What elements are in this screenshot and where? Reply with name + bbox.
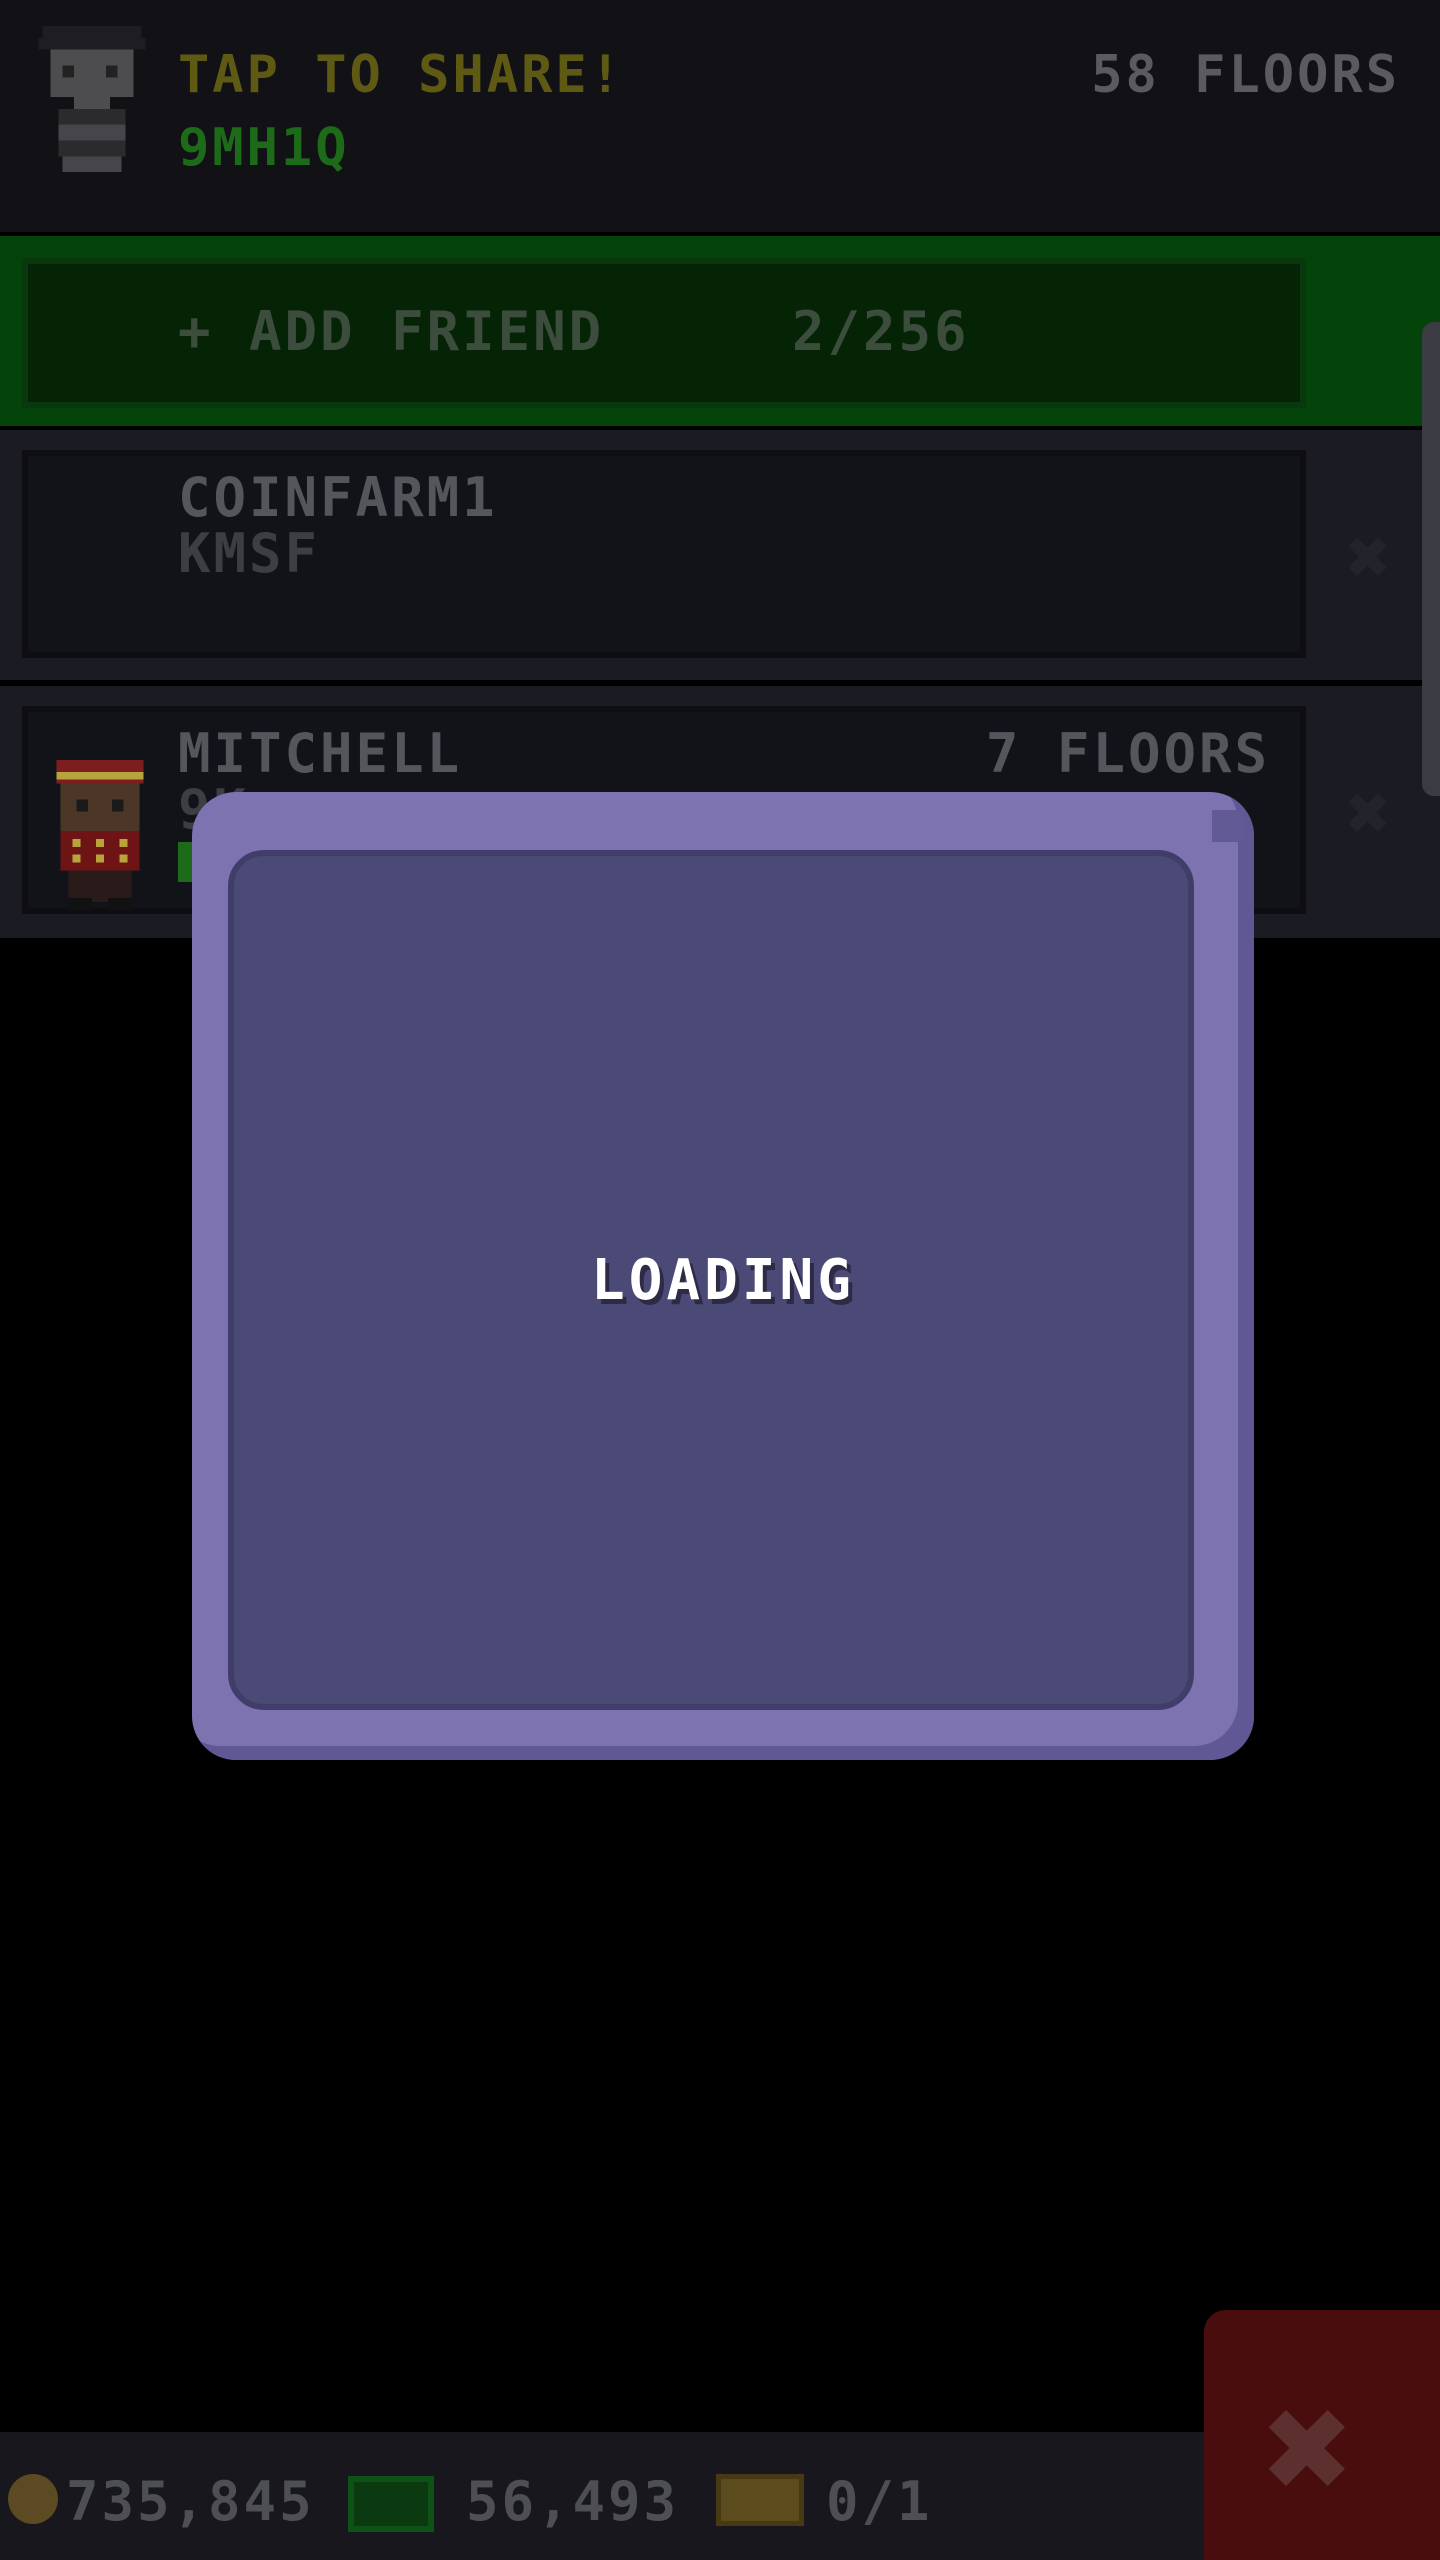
dialog-corner bbox=[1212, 810, 1244, 842]
player-code: 9MH1Q bbox=[178, 118, 350, 178]
player-floors: 58 FLOORS bbox=[1091, 45, 1400, 105]
scrollbar[interactable] bbox=[1422, 322, 1440, 796]
loading-text: LOADING bbox=[590, 1248, 855, 1313]
player-avatar bbox=[38, 26, 146, 173]
friend-name: MITCHELL bbox=[178, 722, 463, 785]
bux-icon bbox=[348, 2476, 434, 2532]
friend-count: 2/256 bbox=[792, 300, 970, 363]
coin-count: 735,845 bbox=[66, 2470, 315, 2533]
coin-icon bbox=[8, 2474, 58, 2524]
friend-avatar bbox=[56, 760, 144, 910]
close-icon[interactable]: ✖ bbox=[1346, 512, 1395, 601]
tap-to-share-label[interactable]: TAP TO SHARE! bbox=[178, 45, 624, 105]
close-icon[interactable]: ✖ bbox=[1346, 768, 1395, 857]
close-icon[interactable]: ✖ bbox=[1264, 2362, 1357, 2536]
ticket-count: 0/1 bbox=[826, 2470, 933, 2533]
ticket-icon bbox=[716, 2474, 804, 2526]
friend-code: KMSF bbox=[178, 522, 321, 585]
friend-name: COINFARM1 bbox=[178, 466, 498, 529]
bux-count: 56,493 bbox=[466, 2470, 680, 2533]
friend-floors: 7 FLOORS bbox=[985, 722, 1270, 785]
add-friend-label: + ADD FRIEND bbox=[178, 300, 605, 363]
online-indicator bbox=[178, 842, 192, 882]
profile-header[interactable] bbox=[0, 0, 1440, 232]
